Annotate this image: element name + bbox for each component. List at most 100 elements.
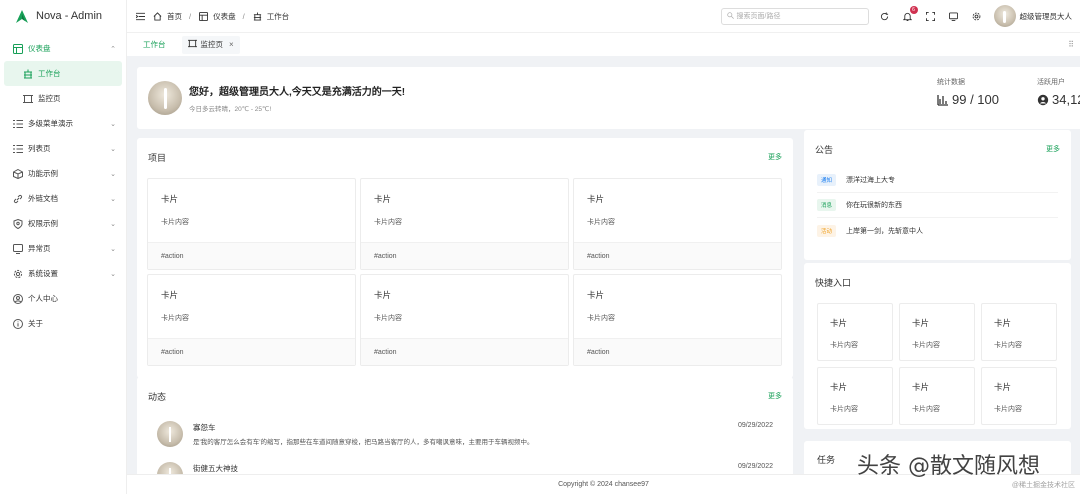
sidebar-item-dashboard[interactable]: 仪表盘 ⌃	[0, 36, 126, 61]
card-body: 卡片内容	[587, 315, 615, 322]
chevron-down-icon: ⌄	[110, 270, 116, 278]
screen-icon[interactable]	[948, 11, 959, 22]
card-action[interactable]: #action	[148, 242, 355, 269]
user-icon	[12, 293, 23, 304]
sidebar-item-system-settings[interactable]: 系统设置 ⌄	[0, 261, 126, 286]
breadcrumb-dashboard[interactable]: 仪表盘	[213, 11, 236, 22]
tab-monitor[interactable]: 监控页 ×	[181, 35, 240, 54]
refresh-icon[interactable]	[879, 11, 890, 22]
notice-item[interactable]: 活动 上岸第一剑，先斩意中人	[817, 218, 1058, 243]
stat-label: 统计数据	[937, 79, 965, 86]
quick-entry-item[interactable]: 卡片 卡片内容	[981, 303, 1057, 361]
sidebar-item-label: 工作台	[38, 69, 61, 78]
user-menu[interactable]: 超级管理员大人	[993, 5, 1073, 27]
card-body: 卡片内容	[161, 315, 189, 322]
sidebar-item-label: 个人中心	[28, 294, 58, 303]
quick-entry-item[interactable]: 卡片 卡片内容	[899, 303, 975, 361]
card-body: 卡片内容	[830, 342, 858, 349]
main-content: 您好，超级管理员大人,今天又是充满活力的一天! 今日多云转晴，20℃ - 25℃…	[127, 57, 1080, 494]
tab-label: 工作台	[143, 40, 166, 49]
card-title: 卡片	[161, 194, 179, 204]
card-title: 卡片	[587, 290, 605, 300]
notice-more-link[interactable]: 更多	[1046, 144, 1060, 154]
card-action[interactable]: #action	[574, 338, 781, 365]
greeting-card: 您好，超级管理员大人,今天又是充满活力的一天! 今日多云转晴，20℃ - 25℃…	[137, 67, 1080, 129]
card-action[interactable]: #action	[148, 338, 355, 365]
quick-entry-item[interactable]: 卡片 卡片内容	[817, 367, 893, 425]
tab-bar: 工作台 监控页 × ⠿	[127, 32, 1080, 56]
notice-item[interactable]: 消息 你在玩很新的东西	[817, 193, 1058, 218]
chevron-down-icon: ⌄	[110, 220, 116, 228]
close-icon[interactable]: ×	[229, 40, 234, 49]
sidebar: Nova - Admin 仪表盘 ⌃ 工作台 监控页 多级菜单演示 ⌄ 列表页 …	[0, 0, 127, 494]
quick-entry-item[interactable]: 卡片 卡片内容	[817, 303, 893, 361]
sidebar-item-monitor[interactable]: 监控页	[0, 86, 126, 111]
notice-item[interactable]: 通知 漂洋过海上大专	[817, 168, 1058, 193]
settings-icon[interactable]	[971, 11, 982, 22]
sidebar-item-about[interactable]: 关于	[0, 311, 126, 336]
info-icon	[12, 318, 23, 329]
notification-badge: 6	[909, 5, 918, 14]
gear-icon	[12, 268, 23, 279]
sidebar-item-label: 关于	[28, 319, 43, 328]
sidebar-item-permission-examples[interactable]: 权限示例 ⌄	[0, 211, 126, 236]
project-card[interactable]: 卡片 卡片内容 #action	[573, 178, 782, 270]
quick-entry-title: 快捷入口	[815, 277, 852, 288]
username: 超级管理员大人	[1019, 11, 1073, 21]
cube-icon	[12, 168, 23, 179]
breadcrumb-workbench[interactable]: 工作台	[267, 11, 290, 22]
nova-logo-icon	[16, 9, 28, 23]
projects-more-link[interactable]: 更多	[768, 152, 782, 162]
sidebar-item-external-docs[interactable]: 外链文档 ⌄	[0, 186, 126, 211]
sidebar-item-multilevel-menu[interactable]: 多级菜单演示 ⌄	[0, 111, 126, 136]
project-card[interactable]: 卡片 卡片内容 #action	[147, 274, 356, 366]
card-body: 卡片内容	[374, 219, 402, 226]
sidebar-item-feature-examples[interactable]: 功能示例 ⌄	[0, 161, 126, 186]
dynamic-name: 街健五大神技	[193, 464, 238, 473]
card-title: 卡片	[830, 382, 848, 392]
sidebar-item-label: 外链文档	[28, 194, 58, 203]
sidebar-item-list-page[interactable]: 列表页 ⌄	[0, 136, 126, 161]
sidebar-item-label: 监控页	[38, 94, 61, 103]
notification-bell-icon[interactable]: 6	[902, 5, 918, 22]
error-page-icon	[12, 243, 23, 254]
fullscreen-icon[interactable]	[925, 11, 936, 22]
logo[interactable]: Nova - Admin	[0, 0, 126, 32]
card-body: 卡片内容	[374, 315, 402, 322]
project-card[interactable]: 卡片卡片内容 #action	[147, 178, 356, 270]
quick-entry-item[interactable]: 卡片 卡片内容	[899, 367, 975, 425]
copyright-text: Copyright © 2024 chansee97	[558, 481, 649, 488]
dynamics-more-link[interactable]: 更多	[768, 391, 782, 401]
sidebar-item-error-pages[interactable]: 异常页 ⌄	[0, 236, 126, 261]
card-action[interactable]: #action	[574, 242, 781, 269]
project-card[interactable]: 卡片卡片内容 #action	[573, 274, 782, 366]
stats-group: 统计数据 99 / 100 活跃用户 34,123 待办 18	[937, 67, 1080, 129]
card-body: 卡片内容	[912, 406, 940, 413]
notice-text: 漂洋过海上大专	[846, 177, 896, 184]
card-action[interactable]: #action	[361, 242, 568, 269]
tab-workbench[interactable]: 工作台	[137, 36, 172, 54]
quick-entry-item[interactable]: 卡片 卡片内容	[981, 367, 1057, 425]
dynamic-name: 寡怨车	[193, 423, 216, 432]
card-action[interactable]: #action	[361, 338, 568, 365]
breadcrumb-home[interactable]: 首页	[167, 11, 182, 22]
project-card[interactable]: 卡片 卡片内容 #action	[360, 178, 569, 270]
card-title: 卡片	[587, 194, 605, 204]
card-body: 卡片内容	[161, 219, 189, 226]
dashboard-icon	[12, 43, 23, 54]
search-input[interactable]: 搜索页面/路径	[720, 7, 869, 25]
breadcrumb: 首页 / 仪表盘 / 工作台	[152, 11, 289, 22]
top-header: 首页 / 仪表盘 / 工作台 搜索页面/路径 6 超级管理员大人	[127, 0, 1080, 32]
app-title: Nova - Admin	[36, 10, 103, 22]
bar-chart-icon	[937, 94, 948, 106]
sidebar-item-user-center[interactable]: 个人中心	[0, 286, 126, 311]
project-card[interactable]: 卡片 卡片内容 #action	[360, 274, 569, 366]
sidebar-item-workbench[interactable]: 工作台	[4, 61, 122, 86]
dynamics-title: 动态	[148, 391, 167, 402]
list-item[interactable]: 寡怨车 是'我的客厅怎么会有车'的缩写，指那些在车道间随意穿梭，把马路当客厅的人…	[157, 419, 773, 455]
grid-menu-icon[interactable]: ⠿	[1068, 40, 1074, 49]
menu-collapse-icon[interactable]	[135, 11, 146, 22]
dynamic-date: 09/29/2022	[737, 463, 773, 470]
shield-icon	[12, 218, 23, 229]
list-icon	[12, 143, 23, 154]
